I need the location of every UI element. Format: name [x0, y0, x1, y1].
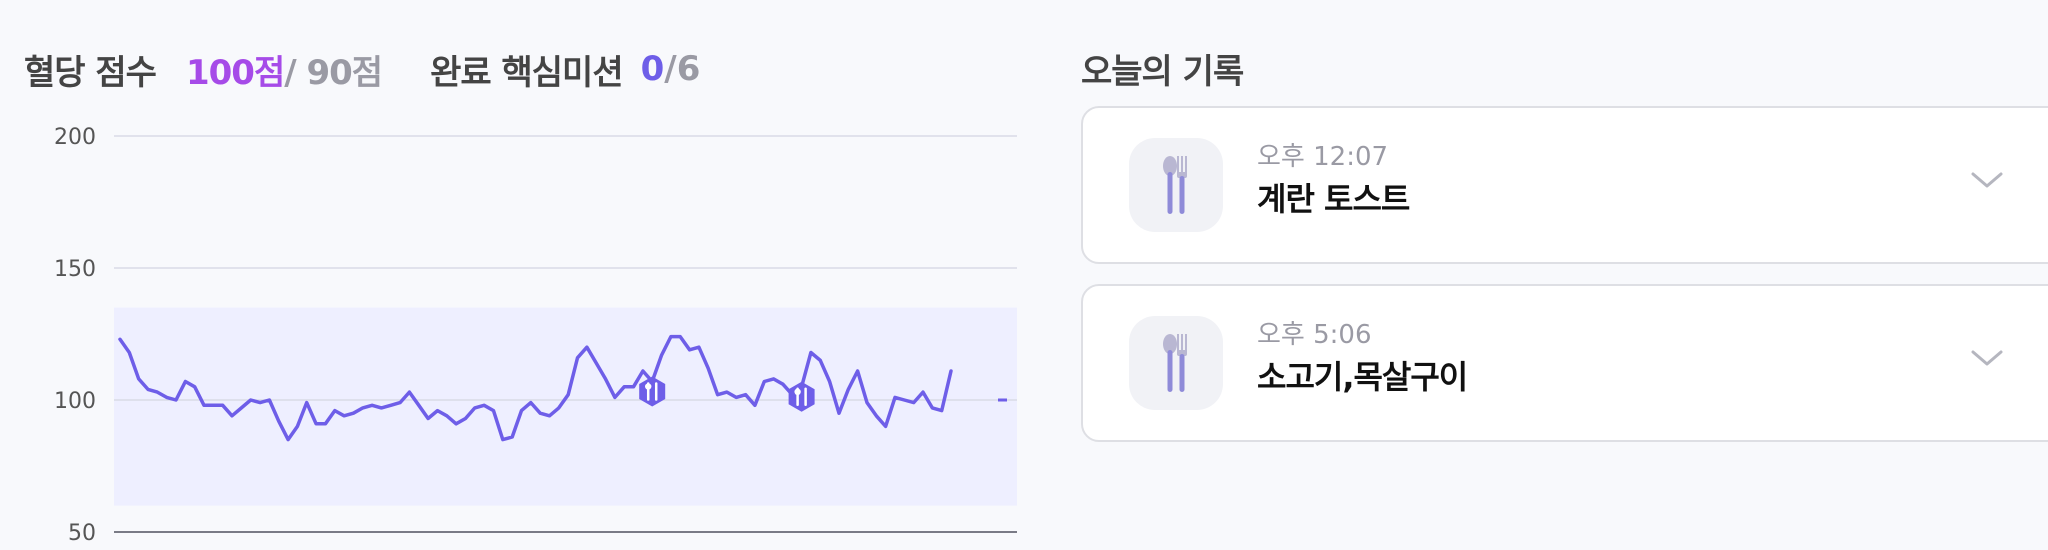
record-name: 계란 토스트: [1257, 180, 1410, 218]
mission-done-count: 0: [640, 49, 665, 89]
y-tick-label: 50: [68, 521, 96, 546]
record-card[interactable]: 오후 5:06 소고기,목살구이: [1081, 284, 2048, 442]
mission-total-count: /6: [664, 49, 701, 89]
record-name: 소고기,목살구이: [1257, 358, 1468, 396]
target-range-band: [114, 307, 1017, 506]
chevron-down-icon[interactable]: [1969, 346, 2005, 370]
glucose-panel: 혈당 점수 100점 / 90점 완료 핵심미션 0 /6 200 150 100 5…: [0, 0, 1040, 550]
chevron-down-icon[interactable]: [1969, 168, 2005, 192]
score-value: 100점: [185, 52, 285, 93]
score-label: 혈당 점수: [24, 52, 157, 93]
glucose-chart[interactable]: 200 150 100 50: [0, 110, 1040, 550]
score-target: / 90점: [284, 52, 383, 93]
records-title: 오늘의 기록: [1081, 52, 1244, 92]
record-card[interactable]: 오후 12:07 계란 토스트: [1081, 106, 2048, 264]
mission-label: 완료 핵심미션: [430, 52, 624, 93]
meal-thumbnail: [1129, 316, 1223, 410]
today-records-panel: 오늘의 기록 오후 12:07 계란 토스트 오후 5:06 소고기,목살구이: [1081, 0, 2048, 550]
y-tick-label: 200: [54, 125, 96, 150]
meal-thumbnail: [1129, 138, 1223, 232]
record-time: 오후 5:06: [1257, 320, 1372, 350]
utensils-icon: [1163, 334, 1187, 392]
utensils-icon: [1163, 156, 1187, 214]
summary-header: 혈당 점수 100점 / 90점 완료 핵심미션 0 /6: [24, 44, 700, 94]
record-time: 오후 12:07: [1257, 142, 1389, 172]
utensils-icon: [794, 388, 801, 395]
utensils-icon: [645, 383, 652, 390]
y-tick-label: 100: [54, 389, 96, 414]
y-tick-label: 150: [54, 257, 96, 282]
